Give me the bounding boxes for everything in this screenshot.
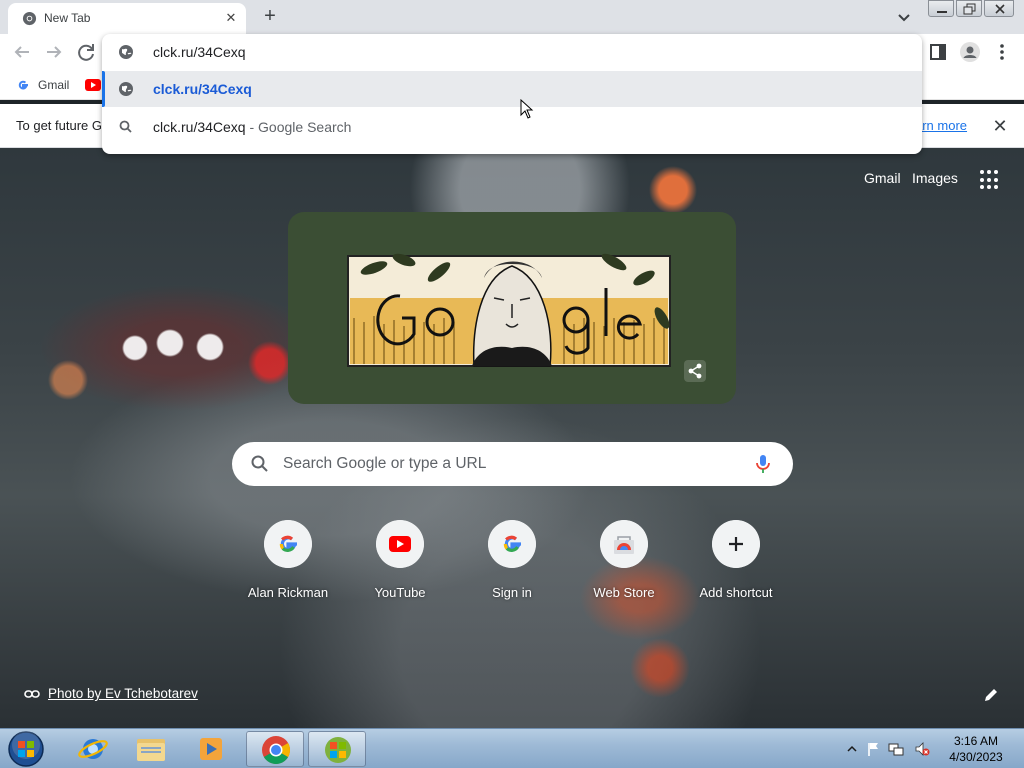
- suggestion-text: clck.ru/34Cexq: [153, 81, 252, 97]
- globe-icon: [119, 82, 133, 96]
- google-icon: [264, 520, 312, 568]
- shortcut-label: Web Store: [593, 585, 655, 600]
- tab-search-chevron-icon[interactable]: [893, 6, 915, 28]
- shortcut-web-store[interactable]: Web Store: [568, 520, 680, 604]
- folder-icon: [137, 739, 165, 761]
- omnibox-suggestion-search[interactable]: clck.ru/34Cexq - Google Search: [102, 109, 922, 145]
- minimize-button[interactable]: [928, 0, 954, 17]
- taskbar-explorer[interactable]: [122, 731, 180, 767]
- taskbar-internet-explorer[interactable]: [64, 731, 122, 767]
- tab-title: New Tab: [44, 11, 91, 25]
- omnibox-input[interactable]: clck.ru/34Cexq: [153, 44, 246, 60]
- taskbar-chrome[interactable]: [246, 731, 304, 767]
- new-tab-button[interactable]: +: [258, 5, 282, 29]
- media-player-icon: [200, 738, 222, 760]
- restore-icon: [963, 3, 976, 15]
- window-controls: [926, 0, 1014, 18]
- suggestion-source: - Google Search: [245, 119, 352, 135]
- globe-icon: [119, 45, 133, 59]
- system-tray: 3:16 AM 4/30/2023: [840, 729, 1024, 768]
- plus-icon: [712, 520, 760, 568]
- forward-arrow-icon[interactable]: [42, 40, 66, 64]
- youtube-icon: [85, 79, 101, 91]
- windows-logo-icon: [325, 737, 351, 763]
- pencil-icon[interactable]: [982, 686, 1000, 704]
- shortcut-label: Alan Rickman: [247, 585, 329, 600]
- side-panel-icon[interactable]: [926, 40, 950, 64]
- google-icon: [488, 520, 536, 568]
- action-center-flag-icon[interactable]: [866, 741, 882, 757]
- suggestion-text: clck.ru/34Cexq - Google Search: [153, 119, 351, 135]
- clock-date: 4/30/2023: [949, 750, 1003, 764]
- bookmark-label: Gmail: [38, 78, 70, 92]
- google-doodle-card[interactable]: [288, 212, 736, 404]
- selection-indicator: [102, 71, 105, 107]
- shortcut-label: YouTube: [374, 585, 426, 600]
- restore-button[interactable]: [956, 0, 982, 17]
- google-apps-icon[interactable]: [980, 170, 1000, 190]
- shortcut-sign-in[interactable]: Sign in: [456, 520, 568, 604]
- show-hidden-icons-icon[interactable]: [844, 741, 860, 757]
- microphone-icon[interactable]: [754, 454, 772, 474]
- minimize-icon: [937, 11, 947, 13]
- menu-kebab-icon[interactable]: [990, 40, 1014, 64]
- taskbar-windows-app[interactable]: [308, 731, 366, 767]
- photo-credit[interactable]: Photo by Ev Tchebotarev: [24, 686, 198, 701]
- bookmark-youtube[interactable]: [85, 76, 101, 94]
- share-icon[interactable]: [684, 360, 706, 382]
- internet-explorer-icon: [78, 739, 108, 759]
- info-bar-close-icon[interactable]: ✕: [990, 116, 1010, 136]
- suggestion-query: clck.ru/34Cexq: [153, 119, 246, 135]
- tab-new-tab[interactable]: New Tab ✕: [8, 3, 246, 34]
- volume-muted-icon[interactable]: [914, 741, 930, 757]
- clock-time: 3:16 AM: [953, 734, 999, 748]
- taskbar-media-player[interactable]: [182, 731, 240, 767]
- omnibox-dropdown: clck.ru/34Cexq clck.ru/34Cexq clck.ru/34…: [102, 34, 922, 154]
- chrome-icon: [22, 11, 37, 26]
- omnibox-input-row[interactable]: clck.ru/34Cexq: [102, 34, 922, 70]
- gmail-link[interactable]: Gmail: [864, 170, 901, 186]
- shortcut-label: Add shortcut: [699, 585, 773, 600]
- windows-taskbar: 3:16 AM 4/30/2023: [0, 728, 1024, 768]
- start-orb-icon[interactable]: [6, 730, 46, 768]
- google-doodle-image[interactable]: [344, 238, 680, 378]
- ntp-search-box[interactable]: Search Google or type a URL: [232, 442, 793, 486]
- search-icon: [119, 120, 132, 133]
- omnibox-suggestion-url[interactable]: clck.ru/34Cexq: [102, 71, 922, 119]
- profile-avatar-icon[interactable]: [958, 40, 982, 64]
- shortcut-label: Sign in: [492, 585, 532, 600]
- tab-close-icon[interactable]: ✕: [222, 9, 240, 27]
- network-icon[interactable]: [888, 741, 904, 757]
- shortcut-add[interactable]: Add shortcut: [680, 520, 792, 604]
- info-bar-message: To get future G: [16, 118, 102, 133]
- webstore-icon: [600, 520, 648, 568]
- chrome-icon: [262, 736, 290, 764]
- close-icon: [995, 4, 1005, 14]
- tab-strip: New Tab ✕ +: [0, 0, 1024, 34]
- system-clock[interactable]: 3:16 AM 4/30/2023: [940, 733, 1012, 765]
- youtube-icon: [376, 520, 424, 568]
- images-link[interactable]: Images: [912, 170, 958, 186]
- bookmark-gmail[interactable]: Gmail: [16, 76, 69, 94]
- search-icon: [251, 455, 268, 472]
- search-placeholder: Search Google or type a URL: [283, 455, 487, 472]
- reload-icon[interactable]: [74, 40, 98, 64]
- shortcut-alan-rickman[interactable]: Alan Rickman: [232, 520, 344, 604]
- back-arrow-icon[interactable]: [10, 40, 34, 64]
- photo-credit-link[interactable]: Photo by Ev Tchebotarev: [48, 686, 198, 701]
- link-icon: [24, 689, 40, 698]
- close-window-button[interactable]: [984, 0, 1014, 17]
- google-icon: [18, 80, 28, 90]
- shortcut-youtube[interactable]: YouTube: [344, 520, 456, 604]
- new-tab-page: Gmail Images Search Google or type a URL…: [0, 148, 1024, 728]
- learn-more-link[interactable]: arn more: [915, 118, 967, 133]
